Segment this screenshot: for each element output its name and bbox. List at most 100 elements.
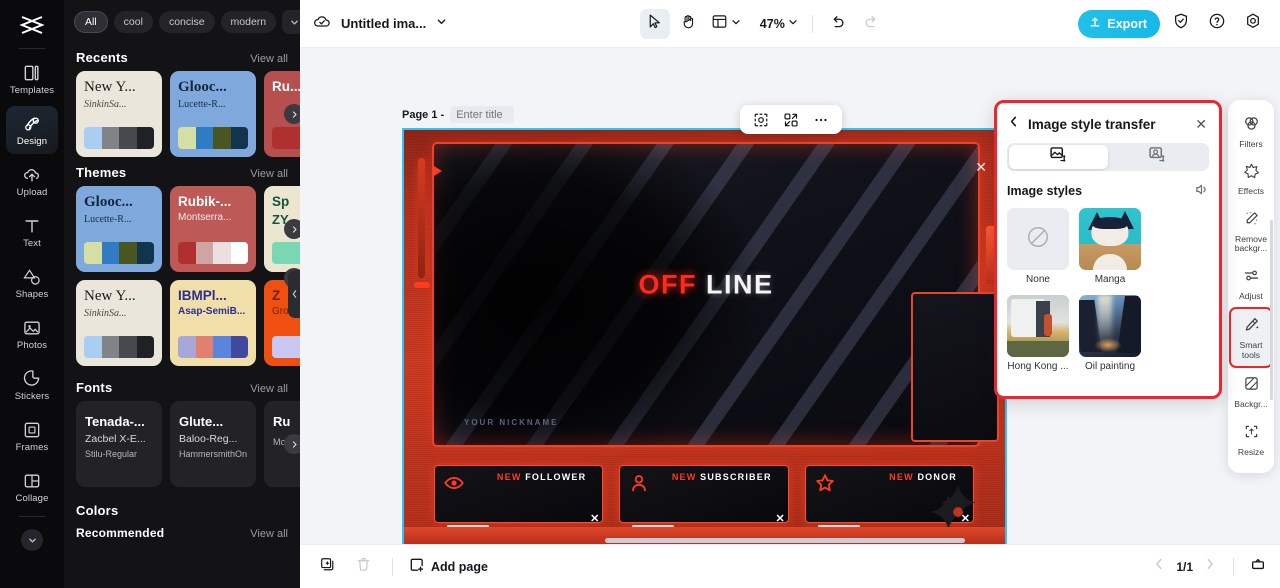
template-card-title: Glooc...: [178, 80, 227, 95]
layout-tool-button[interactable]: [708, 10, 745, 38]
right-tool-smart-tools[interactable]: Smart tools: [1229, 307, 1273, 369]
delete-page-button[interactable]: [350, 554, 376, 580]
sidebar-item-design[interactable]: Design: [6, 106, 58, 154]
sidebar-item-upload[interactable]: Upload: [6, 157, 58, 205]
template-card[interactable]: Glooc... Lucette-R...: [170, 71, 256, 157]
artboard[interactable]: OFF LINE YOUR NICKNAME ✕ NEW FOLLOWER ✕ …: [402, 128, 1007, 544]
help-button[interactable]: [1202, 9, 1232, 39]
close-icon[interactable]: ✕: [1195, 117, 1209, 131]
page-title-input[interactable]: [450, 106, 515, 123]
font-card[interactable]: Tenada-... Zacbel X-E... Stilu-Regular: [76, 401, 162, 487]
zoom-control[interactable]: 47%: [757, 12, 802, 36]
sidebar-item-label: Templates: [9, 84, 55, 96]
collage-icon: [24, 474, 40, 488]
undo-button[interactable]: [823, 9, 853, 39]
toolbar-left-group: Untitled ima...: [312, 11, 448, 36]
theme-card[interactable]: New Y... SinkinSa...: [76, 280, 162, 366]
canvas-horizontal-scrollbar[interactable]: [300, 538, 1280, 544]
style-option-hong-kong[interactable]: Hong Kong ...: [1007, 295, 1069, 372]
next-page-button[interactable]: [1203, 557, 1217, 576]
select-tool-button[interactable]: [639, 8, 670, 39]
section-header-colors: Colors: [64, 487, 300, 524]
view-all-link[interactable]: View all: [250, 528, 288, 540]
export-button[interactable]: Export: [1078, 9, 1160, 38]
template-card-title: New Y...: [84, 80, 136, 95]
frames-icon: [24, 422, 40, 437]
chevron-down-icon[interactable]: [21, 529, 43, 551]
sidebar-item-frames[interactable]: Frames: [6, 412, 58, 460]
font-card-line1: Ru: [273, 414, 291, 429]
carousel-next-button[interactable]: [284, 434, 300, 454]
add-page-label: Add page: [431, 559, 488, 574]
right-tool-resize[interactable]: Resize: [1229, 416, 1273, 463]
sidebar-item-stickers[interactable]: Stickers: [6, 361, 58, 409]
right-tool-adjust[interactable]: Adjust: [1229, 260, 1273, 307]
template-card[interactable]: New Y... SinkinSa...: [76, 71, 162, 157]
chevron-down-icon[interactable]: [282, 10, 300, 34]
font-card-line2: Zacbel X-E...: [85, 433, 146, 445]
view-all-link[interactable]: View all: [250, 53, 288, 65]
page-number-label: Page 1 -: [402, 108, 445, 121]
theme-card[interactable]: IBMPl... Asap-SemiB...: [170, 280, 256, 366]
manga-cat-thumbnail-art: [1079, 208, 1141, 270]
style-option-oil-painting[interactable]: Oil painting: [1079, 295, 1141, 372]
more-horizontal-icon[interactable]: [813, 112, 829, 128]
redo-button[interactable]: [857, 9, 887, 39]
bottom-toolbar: Add page 1/1: [300, 544, 1280, 588]
filter-chip-cool[interactable]: cool: [113, 11, 153, 33]
sidebar-item-templates[interactable]: Templates: [6, 55, 58, 103]
theme-card[interactable]: Rubik-... Montserra...: [170, 186, 256, 272]
carousel-next-button[interactable]: [284, 104, 300, 124]
panel-collapse-handle[interactable]: [288, 270, 300, 318]
design-panel: All cool concise modern Recents View all…: [64, 0, 300, 588]
theme-card[interactable]: Glooc... Lucette-R...: [76, 186, 162, 272]
filter-chip-modern[interactable]: modern: [220, 11, 277, 33]
style-option-manga[interactable]: Manga: [1079, 208, 1141, 285]
tab-image-to-image[interactable]: [1009, 145, 1108, 169]
chevron-down-icon[interactable]: [435, 15, 448, 33]
artwork-alert-subscriber: NEW SUBSCRIBER ✕: [619, 465, 789, 528]
cloud-saved-icon: [312, 11, 332, 36]
sidebar-item-label: Shapes: [15, 288, 49, 300]
style-option-none[interactable]: None: [1007, 208, 1069, 285]
speaker-icon[interactable]: [1194, 182, 1209, 200]
sidebar-item-collage[interactable]: Collage: [6, 463, 58, 511]
shield-check-button[interactable]: [1166, 9, 1196, 39]
page-grid-button[interactable]: [1250, 556, 1266, 577]
right-rail-scrollbar[interactable]: [1270, 220, 1273, 400]
duplicate-page-button[interactable]: [314, 554, 340, 580]
font-card[interactable]: Glute... Baloo-Reg... HammersmithOn...: [170, 401, 256, 487]
page-label-row: Page 1 -: [402, 106, 515, 123]
canvas-area[interactable]: Page 1 - Enter title OFF LINE YOUR NICKN…: [300, 48, 1280, 544]
theme-card-subtitle: Lucette-R...: [84, 213, 132, 225]
filter-chip-all[interactable]: All: [74, 11, 108, 33]
capcut-logo-icon[interactable]: [12, 8, 52, 42]
toolbar-divider: [811, 14, 813, 33]
right-tool-background[interactable]: Backgr...: [1229, 368, 1273, 415]
document-title[interactable]: Untitled ima...: [341, 16, 426, 31]
right-tool-remove-background[interactable]: Remove backgr...: [1229, 203, 1273, 260]
font-card-line2: Baloo-Reg...: [179, 433, 238, 445]
prev-page-button[interactable]: [1152, 557, 1166, 576]
carousel-next-button[interactable]: [284, 219, 300, 239]
hand-tool-button[interactable]: [674, 9, 704, 39]
view-all-link[interactable]: View all: [250, 383, 288, 395]
swap-icon[interactable]: [783, 112, 799, 128]
right-tool-label: Resize: [1237, 446, 1265, 457]
view-all-link[interactable]: View all: [250, 168, 288, 180]
sidebar-item-label: Collage: [15, 492, 49, 504]
themes-card-row-2: New Y... SinkinSa... IBMPl... Asap-SemiB…: [64, 268, 300, 366]
sidebar-item-photos[interactable]: Photos: [6, 310, 58, 358]
crop-select-icon[interactable]: [753, 112, 769, 128]
right-tool-effects[interactable]: Effects: [1229, 155, 1273, 202]
sidebar-item-text[interactable]: Text: [6, 208, 58, 256]
right-tool-filters[interactable]: Filters: [1229, 108, 1273, 155]
filter-chip-concise[interactable]: concise: [158, 11, 215, 33]
settings-button[interactable]: [1238, 9, 1268, 39]
add-page-button[interactable]: Add page: [409, 557, 488, 576]
sidebar-item-shapes[interactable]: Shapes: [6, 259, 58, 307]
artwork-alert-close-icon: ✕: [775, 513, 785, 525]
chevron-left-icon[interactable]: [1007, 115, 1020, 133]
tab-portrait-style[interactable]: [1108, 145, 1207, 169]
artwork-left-tick: [414, 282, 430, 288]
